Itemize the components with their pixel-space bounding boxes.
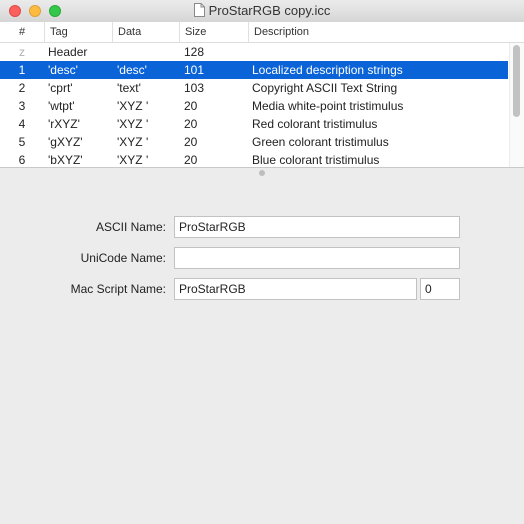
scrollbar-thumb[interactable]: [513, 45, 520, 117]
column-header-size[interactable]: Size: [179, 22, 249, 42]
row-description: [252, 43, 508, 61]
mac-script-name-field[interactable]: [174, 278, 417, 300]
row-tag: 'bXYZ': [48, 153, 83, 167]
row-description: Green colorant tristimulus: [252, 135, 389, 149]
row-description: Red colorant tristimulus: [252, 117, 378, 131]
row-size: 20: [184, 99, 198, 113]
table-row-selected[interactable]: 1 'desc' 'desc' 101 Localized descriptio…: [0, 61, 508, 79]
table-row[interactable]: z Header 128: [0, 43, 508, 61]
row-size: 101: [184, 63, 205, 77]
row-number: 5: [18, 135, 26, 149]
column-header-data[interactable]: Data: [112, 22, 180, 42]
row-description: Localized description strings: [252, 63, 403, 77]
row-size: 20: [184, 117, 198, 131]
column-header-number[interactable]: #: [0, 22, 44, 42]
table-row[interactable]: 2 'cprt' 'text' 103 Copyright ASCII Text…: [0, 79, 508, 97]
row-data: [117, 43, 177, 61]
window-title: ProStarRGB copy.icc: [208, 3, 331, 18]
row-data: 'XYZ ': [117, 135, 149, 149]
row-data: 'desc': [117, 63, 147, 77]
row-size: 20: [184, 135, 198, 149]
row-data: 'XYZ ': [117, 99, 149, 113]
tag-table[interactable]: # Tag Data Size Description z Header 128…: [0, 22, 524, 167]
row-tag: Header: [48, 45, 88, 59]
divider-grip-icon[interactable]: [259, 170, 265, 176]
unicode-name-field[interactable]: [174, 247, 460, 269]
row-number: 4: [18, 117, 26, 131]
row-description: Copyright ASCII Text String: [252, 81, 398, 95]
row-tag: 'gXYZ': [48, 135, 83, 149]
document-icon: [193, 3, 205, 17]
table-header: # Tag Data Size Description: [0, 22, 524, 43]
row-data: 'XYZ ': [117, 153, 149, 167]
mac-script-code-field[interactable]: [420, 278, 460, 300]
column-header-tag[interactable]: Tag: [44, 22, 113, 42]
profile-window: ProStarRGB copy.icc # Tag Data Size Desc…: [0, 0, 524, 524]
row-tag: 'desc': [48, 63, 78, 77]
window-title-wrap: ProStarRGB copy.icc: [0, 3, 524, 19]
row-description: Media white-point tristimulus: [252, 99, 404, 113]
row-tag: 'cprt': [48, 81, 73, 95]
row-tag: 'wtpt': [48, 99, 75, 113]
row-data: 'XYZ ': [117, 117, 149, 131]
unicode-name-label: UniCode Name:: [80, 251, 166, 265]
row-size: 128: [184, 45, 205, 59]
mac-script-name-label: Mac Script Name:: [70, 282, 166, 296]
row-number: 3: [18, 99, 26, 113]
row-data: 'text': [117, 81, 141, 95]
title-bar[interactable]: ProStarRGB copy.icc: [0, 0, 524, 23]
vertical-scrollbar[interactable]: [509, 43, 524, 167]
row-size: 20: [184, 153, 198, 167]
table-body: z Header 128 1 'desc' 'desc' 101 Localiz…: [0, 43, 508, 167]
table-row[interactable]: 6 'bXYZ' 'XYZ ' 20 Blue colorant tristim…: [0, 151, 508, 167]
row-description: Blue colorant tristimulus: [252, 153, 380, 167]
table-row[interactable]: 5 'gXYZ' 'XYZ ' 20 Green colorant tristi…: [0, 133, 508, 151]
row-tag: 'rXYZ': [48, 117, 80, 131]
row-size: 103: [184, 81, 205, 95]
split-view-divider[interactable]: [0, 167, 524, 177]
ascii-name-field[interactable]: [174, 216, 460, 238]
table-row[interactable]: 4 'rXYZ' 'XYZ ' 20 Red colorant tristimu…: [0, 115, 508, 133]
row-number: 1: [18, 63, 26, 77]
column-header-description[interactable]: Description: [248, 22, 524, 42]
row-number: 6: [18, 153, 26, 167]
row-number: 2: [18, 81, 26, 95]
row-number: z: [19, 45, 25, 59]
table-row[interactable]: 3 'wtpt' 'XYZ ' 20 Media white-point tri…: [0, 97, 508, 115]
ascii-name-label: ASCII Name:: [95, 220, 166, 234]
